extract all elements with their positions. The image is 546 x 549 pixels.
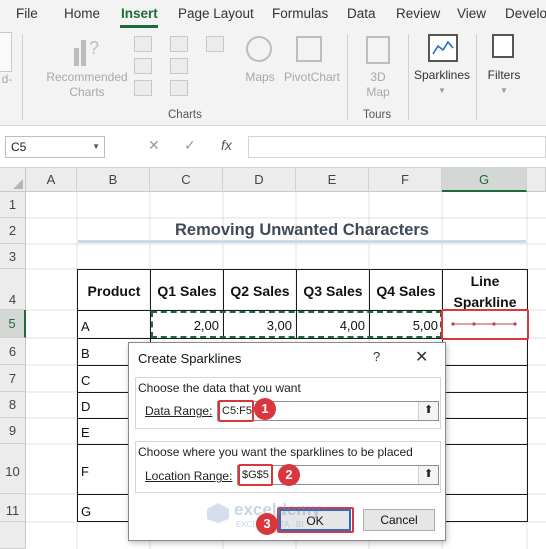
dialog-title: Create Sparklines (138, 351, 242, 366)
sparkline-cell[interactable] (442, 392, 528, 419)
column-header-h[interactable] (527, 168, 546, 192)
close-icon[interactable]: ✕ (415, 347, 428, 367)
highlight-g5 (441, 309, 529, 340)
location-section-label: Choose where you want the sparklines to … (138, 445, 413, 459)
copy-range-marquee (151, 311, 442, 338)
sparkline-cell[interactable] (442, 365, 528, 393)
collapse-dialog-icon[interactable]: ⬆ (418, 466, 438, 484)
select-all-corner[interactable] (0, 168, 26, 192)
watermark-text: exceldemy (234, 500, 321, 519)
sparkline-cell[interactable] (442, 444, 528, 495)
column-header-e[interactable]: E (296, 168, 369, 192)
row-header-10[interactable]: 10 (0, 444, 26, 494)
step-marker-1: 1 (254, 398, 276, 420)
column-header-c[interactable]: C (150, 168, 223, 192)
column-header-g[interactable]: G (442, 168, 527, 192)
header-cell-q2[interactable]: Q2 Sales (223, 269, 297, 311)
row-header-11[interactable]: 11 (0, 494, 26, 522)
row-header-3[interactable]: 3 (0, 244, 26, 269)
excel-window: File Home Insert Page Layout Formulas Da… (0, 0, 546, 549)
column-header-f[interactable]: F (369, 168, 442, 192)
highlight-location-range (238, 464, 273, 486)
row-header-5[interactable]: 5 (0, 310, 26, 338)
title-underline (78, 240, 526, 243)
row-header-4[interactable]: 4 (0, 269, 26, 310)
row-header-7[interactable]: 7 (0, 365, 26, 392)
row-header-9[interactable]: 9 (0, 418, 26, 444)
product-cell[interactable]: A (77, 310, 151, 339)
header-cell-q1[interactable]: Q1 Sales (150, 269, 224, 311)
step-marker-2: 2 (278, 464, 300, 486)
cancel-button[interactable]: Cancel (363, 509, 435, 531)
sparkline-cell[interactable] (442, 338, 528, 366)
column-header-b[interactable]: B (77, 168, 150, 192)
sparkline-cell[interactable] (442, 418, 528, 445)
row-header-12[interactable] (0, 522, 26, 549)
column-header-d[interactable]: D (223, 168, 296, 192)
sparkline-cell[interactable] (442, 494, 528, 522)
column-header-a[interactable]: A (26, 168, 77, 192)
data-range-label: Data Range: (145, 404, 213, 418)
header-cell-q3[interactable]: Q3 Sales (296, 269, 370, 311)
row-header-2[interactable]: 2 (0, 218, 26, 244)
help-icon[interactable]: ? (373, 349, 380, 364)
header-cell-line-sparkline[interactable]: Line Sparkline (442, 269, 528, 311)
row-header-1[interactable]: 1 (0, 192, 26, 218)
row-header-8[interactable]: 8 (0, 392, 26, 418)
watermark-logo-icon (207, 503, 229, 523)
step-marker-3: 3 (256, 513, 278, 535)
location-range-label: Location Range: (145, 469, 233, 483)
header-cell-product[interactable]: Product (77, 269, 151, 311)
highlight-data-range (218, 400, 254, 422)
line-sparkline-header-text: Line Sparkline (453, 273, 517, 310)
header-cell-q4[interactable]: Q4 Sales (369, 269, 443, 311)
row-header-6[interactable]: 6 (0, 338, 26, 365)
data-section-label: Choose the data that you want (138, 381, 301, 395)
collapse-dialog-icon[interactable]: ⬆ (418, 402, 438, 420)
